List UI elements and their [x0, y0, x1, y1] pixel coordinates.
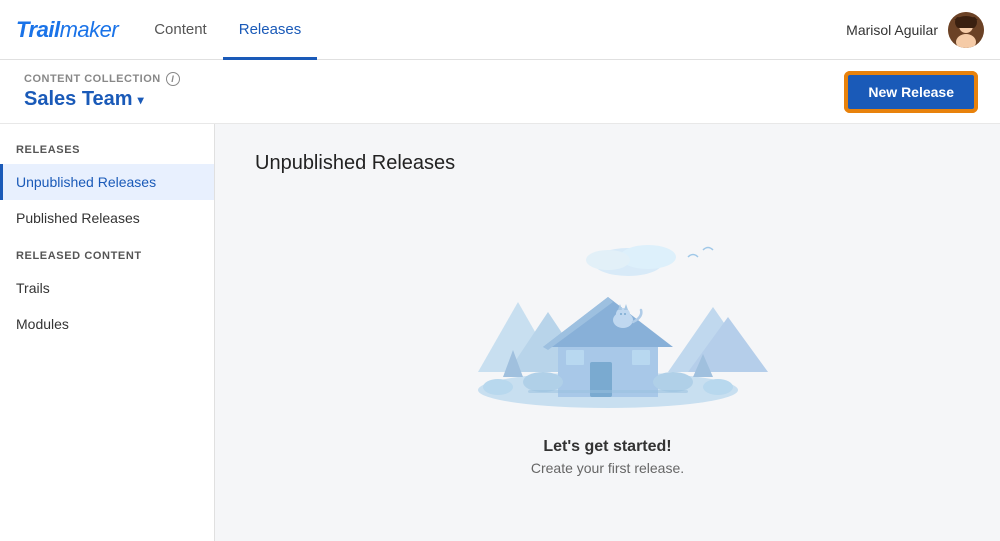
sub-header: CONTENT COLLECTION i Sales Team ▾ New Re…: [0, 60, 1000, 124]
collection-name[interactable]: Sales Team ▾: [24, 88, 180, 111]
logo-trail: Trail: [16, 17, 60, 43]
collection-info: CONTENT COLLECTION i Sales Team ▾: [24, 72, 180, 111]
sidebar-item-modules[interactable]: Modules: [0, 306, 214, 342]
content-area: Unpublished Releases: [215, 124, 1000, 541]
page-title: Unpublished Releases: [255, 152, 960, 175]
chevron-down-icon: ▾: [138, 93, 144, 107]
empty-state: Let's get started! Create your first rel…: [255, 195, 960, 513]
empty-illustration: [448, 222, 768, 422]
nav-tab-content[interactable]: Content: [138, 1, 223, 60]
logo-maker: maker: [60, 17, 119, 43]
releases-section-title: RELEASES: [0, 144, 214, 156]
sidebar-item-trails[interactable]: Trails: [0, 270, 214, 306]
collection-label: CONTENT COLLECTION i: [24, 72, 180, 86]
header-right: Marisol Aguilar: [846, 0, 984, 59]
sidebar: RELEASES Unpublished Releases Published …: [0, 124, 215, 541]
new-release-button[interactable]: New Release: [846, 73, 976, 111]
released-content-section-title: RELEASED CONTENT: [0, 250, 214, 262]
empty-state-title: Let's get started!: [543, 438, 671, 456]
empty-state-subtitle: Create your first release.: [531, 460, 684, 476]
nav-tabs: Content Releases: [138, 0, 317, 59]
info-icon[interactable]: i: [166, 72, 180, 86]
logo: Trailmaker: [16, 0, 118, 59]
user-name: Marisol Aguilar: [846, 22, 938, 38]
sidebar-item-unpublished[interactable]: Unpublished Releases: [0, 164, 214, 200]
header: Trailmaker Content Releases Marisol Agui…: [0, 0, 1000, 60]
avatar: [948, 12, 984, 48]
sidebar-item-published[interactable]: Published Releases: [0, 200, 214, 236]
nav-tab-releases[interactable]: Releases: [223, 1, 318, 60]
main-layout: RELEASES Unpublished Releases Published …: [0, 124, 1000, 541]
